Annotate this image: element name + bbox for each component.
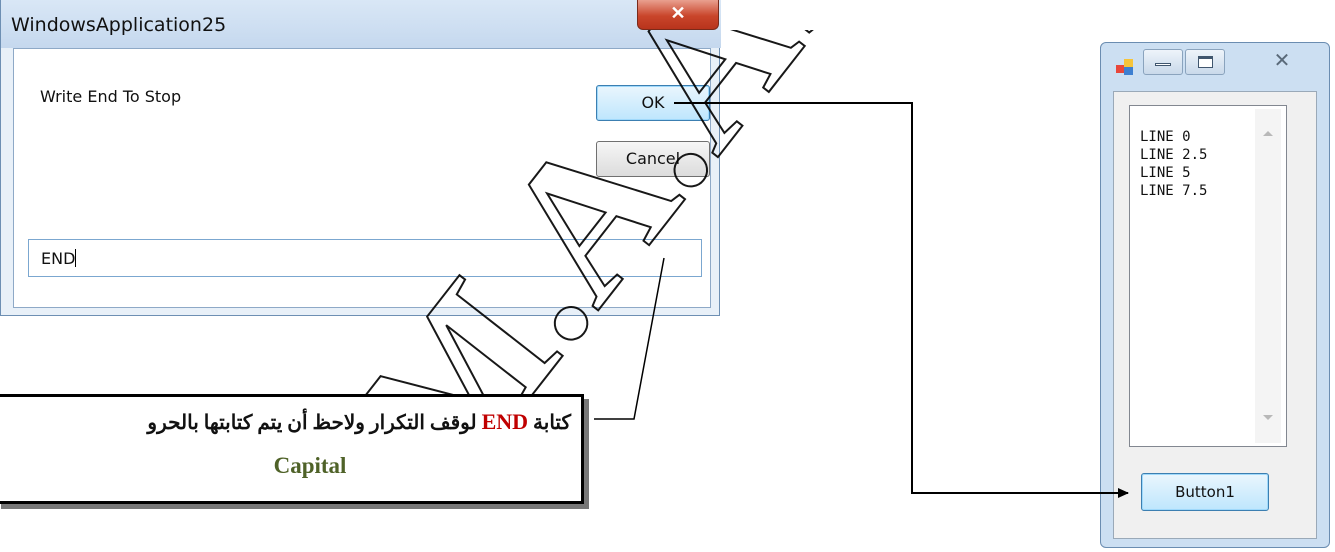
minimize-icon (1155, 63, 1171, 66)
scroll-up-arrow-icon[interactable] (1263, 131, 1273, 136)
dialog-titlebar[interactable]: WindowsApplication25 (1, 0, 721, 48)
listbox-scrollbar[interactable] (1255, 109, 1281, 443)
button1[interactable]: Button1 (1141, 473, 1269, 511)
callout-prefix: كتابة (533, 412, 571, 434)
scroll-down-arrow-icon[interactable] (1263, 415, 1273, 420)
text-caret (75, 249, 77, 267)
dialog-client-area: Write End To Stop OK Cancel END (13, 48, 711, 308)
list-item[interactable]: LINE 0 (1140, 128, 1207, 146)
minimize-button[interactable] (1143, 49, 1183, 75)
list-item[interactable]: LINE 2.5 (1140, 146, 1207, 164)
callout-suffix: لوقف التكرار ولاحظ أن يتم كتابتها بالحرو (147, 412, 477, 434)
callout-keyword: END (481, 409, 529, 434)
callout-line-2: Capital (273, 453, 347, 478)
input-value: END (41, 249, 76, 268)
list-item[interactable]: LINE 5 (1140, 164, 1207, 182)
close-icon: ✕ (1273, 50, 1291, 72)
ok-to-button1-connector (674, 102, 1129, 498)
dialog-title: WindowsApplication25 (11, 14, 227, 36)
app-icon (1116, 59, 1133, 75)
ok-button[interactable]: OK (596, 85, 710, 121)
list-items: LINE 0 LINE 2.5 LINE 5 LINE 7.5 (1140, 128, 1207, 200)
form1-window: ✕ LINE 0 LINE 2.5 LINE 5 LINE 7.5 Button… (1100, 42, 1330, 548)
list-item[interactable]: LINE 7.5 (1140, 182, 1207, 200)
callout-box: كتابة END لوقف التكرار ولاحظ أن يتم كتاب… (0, 394, 584, 504)
close-icon: ✕ (670, 3, 686, 23)
input-field[interactable]: END (28, 239, 702, 277)
maximize-button[interactable] (1185, 49, 1225, 75)
callout-line-1: كتابة END لوقف التكرار ولاحظ أن يتم كتاب… (147, 409, 571, 435)
form-close-button[interactable]: ✕ (1247, 49, 1317, 75)
input-dialog: WindowsApplication25 ✕ Write End To Stop… (0, 0, 721, 316)
prompt-label: Write End To Stop (40, 87, 182, 106)
maximize-icon (1198, 56, 1213, 68)
cancel-button[interactable]: Cancel (596, 141, 710, 177)
dialog-close-button[interactable]: ✕ (637, 0, 719, 30)
